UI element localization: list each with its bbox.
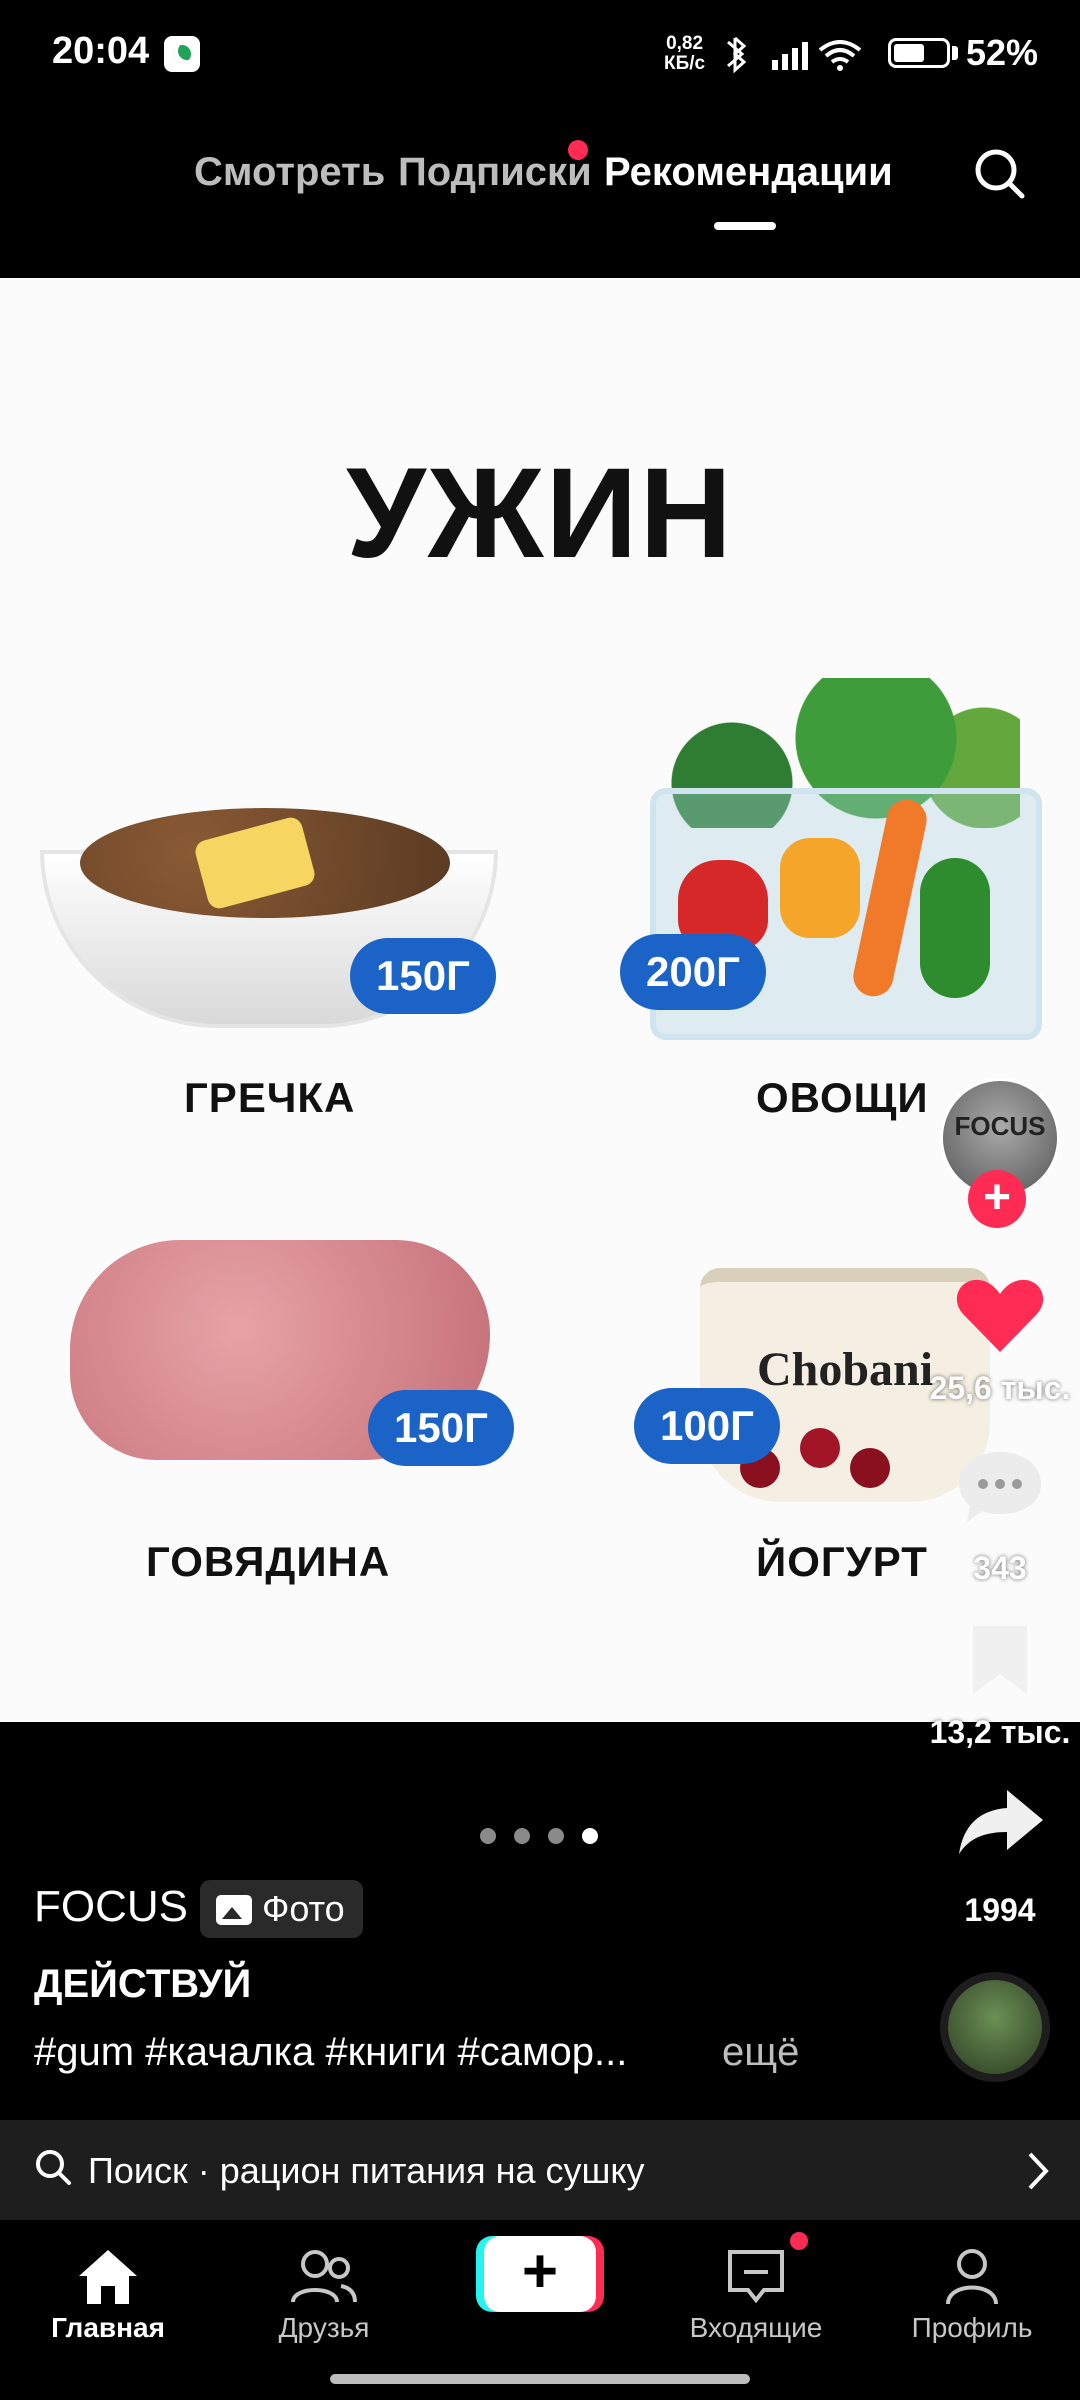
comment-icon[interactable] xyxy=(955,1446,1045,1526)
home-indicator-bar[interactable] xyxy=(330,2374,750,2384)
friends-icon xyxy=(291,2250,357,2303)
photo-type-label: Фото xyxy=(262,1888,345,1929)
nav-friends[interactable]: Друзья xyxy=(224,2240,424,2344)
tab-recommendations[interactable]: Рекомендации xyxy=(604,150,893,195)
home-icon xyxy=(79,2250,137,2304)
yogurt-amount-badge: 100Г xyxy=(634,1388,780,1464)
nav-friends-label: Друзья xyxy=(278,2312,370,2343)
author-name[interactable]: FOCUS xyxy=(34,1882,188,1932)
caption-hashtags[interactable]: #gum #качалка #книги #самор... xyxy=(34,2030,627,2075)
share-icon[interactable] xyxy=(955,1786,1045,1858)
network-speed-value: 0,82 xyxy=(666,33,704,54)
search-suggestion-bar[interactable]: Поиск · рацион питания на сушку xyxy=(0,2120,1080,2220)
battery-icon xyxy=(888,38,950,68)
bookmark-icon[interactable] xyxy=(955,1622,1045,1698)
post-image[interactable]: УЖИН 150Г ГРЕЧКА 200Г ОВОЩИ 150Г ГОВЯДИН… xyxy=(0,278,1080,1722)
battery-percent: 52% xyxy=(966,32,1039,73)
like-count: 25,6 тыс. xyxy=(929,1370,1071,1406)
carousel-indicator xyxy=(480,1828,616,1849)
carousel-dot xyxy=(548,1828,564,1844)
yellow-pepper-image xyxy=(780,838,860,938)
save-count: 13,2 тыс. xyxy=(929,1714,1071,1750)
cucumber-image xyxy=(920,858,990,998)
create-post-button[interactable]: + xyxy=(484,2236,596,2312)
sound-disc[interactable] xyxy=(940,1972,1050,2082)
search-icon xyxy=(36,2150,71,2185)
carousel-dot-active xyxy=(582,1828,598,1844)
nav-inbox-label: Входящие xyxy=(689,2312,823,2343)
nav-inbox[interactable]: Входящие xyxy=(656,2240,856,2344)
follow-button[interactable]: + xyxy=(968,1170,1026,1228)
nav-home[interactable]: Главная xyxy=(8,2240,208,2344)
clock: 20:04 xyxy=(52,30,150,72)
caption-more-link[interactable]: ещё xyxy=(722,2030,799,2075)
comment-count: 343 xyxy=(973,1550,1027,1586)
network-speed-unit: КБ/с xyxy=(664,53,706,74)
caption-title: ДЕЙСТВУЙ xyxy=(34,1962,252,2006)
app-notification-icon xyxy=(164,36,200,72)
nav-profile[interactable]: Профиль xyxy=(872,2240,1072,2344)
avatar-text: FOCUS xyxy=(954,1111,1046,1141)
signal-icon xyxy=(772,60,778,70)
buckwheat-label: ГРЕЧКА xyxy=(184,1074,356,1121)
image-icon xyxy=(216,1895,252,1925)
search-suggestion-text: Поиск · рацион питания на сушку xyxy=(88,2150,645,2191)
network-speed: 0,82 КБ/с xyxy=(664,34,705,74)
search-icon[interactable] xyxy=(972,146,1026,200)
nav-profile-label: Профиль xyxy=(911,2312,1033,2343)
inbox-notification-dot xyxy=(790,2232,808,2250)
beef-label: ГОВЯДИНА xyxy=(146,1538,391,1585)
tab-following[interactable]: Подписки xyxy=(398,150,592,195)
nav-home-label: Главная xyxy=(51,2312,165,2343)
like-heart-icon[interactable] xyxy=(955,1276,1045,1356)
carousel-dot xyxy=(480,1828,496,1844)
bluetooth-icon xyxy=(727,36,747,74)
wifi-icon xyxy=(818,40,862,64)
vegetables-label: ОВОЩИ xyxy=(756,1074,929,1121)
status-bar: 20:04 0,82 КБ/с 52% xyxy=(0,0,1080,100)
top-tabs: Смотреть Подписки Рекомендации xyxy=(0,120,1080,240)
following-notification-dot xyxy=(568,140,588,160)
post-title: УЖИН xyxy=(346,442,734,585)
active-tab-indicator xyxy=(714,222,776,230)
buckwheat-amount-badge: 150Г xyxy=(350,938,496,1014)
share-count: 1994 xyxy=(964,1892,1036,1928)
carousel-dot xyxy=(514,1828,530,1844)
inbox-icon xyxy=(728,2250,784,2304)
profile-icon xyxy=(946,2249,998,2305)
chevron-right-icon xyxy=(1028,2152,1049,2190)
tab-watch[interactable]: Смотреть xyxy=(194,150,385,195)
photo-type-tag: Фото xyxy=(200,1880,363,1938)
beef-amount-badge: 150Г xyxy=(368,1390,514,1466)
connectivity-icons xyxy=(727,36,862,74)
vegetables-amount-badge: 200Г xyxy=(620,934,766,1010)
